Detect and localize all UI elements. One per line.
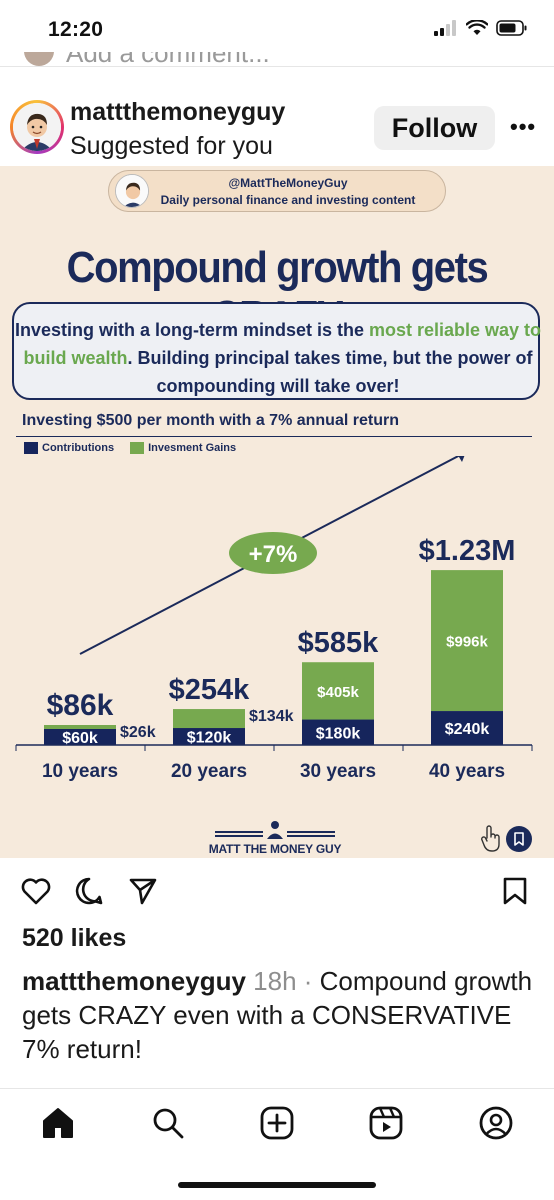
home-icon[interactable] (40, 1105, 76, 1141)
data-label-total: $254k (169, 674, 251, 706)
handle-pill: @MattTheMoneyGuy Daily personal finance … (108, 170, 446, 212)
data-label-gains: $134k (249, 708, 294, 725)
data-label-total: $585k (298, 627, 380, 659)
legend-item-gains: Invesment Gains (130, 442, 236, 454)
data-label-contributions: $120k (187, 730, 232, 747)
home-indicator (178, 1182, 376, 1188)
caption-username[interactable]: mattthemoneyguy (22, 966, 246, 996)
comment-input-peek[interactable]: Add a comment... (0, 52, 554, 66)
comment-placeholder: Add a comment... (66, 52, 270, 66)
comment-icon[interactable] (74, 876, 104, 906)
profile-icon[interactable] (478, 1105, 514, 1141)
x-tick-label: 20 years (171, 761, 247, 782)
callout-text: Investing with a long-term mindset is th… (14, 320, 542, 396)
heart-icon[interactable] (20, 876, 52, 906)
data-label-gains: $996k (446, 634, 488, 651)
status-icons (434, 20, 528, 36)
infographic-handle: @MattTheMoneyGuy (228, 176, 348, 190)
divider (16, 436, 532, 437)
share-icon[interactable] (128, 876, 158, 906)
post-username[interactable]: mattthemoneyguy (70, 98, 285, 127)
follow-button[interactable]: Follow (374, 106, 495, 150)
bar-gains (173, 709, 245, 729)
chart-title: Investing $500 per month with a 7% annua… (22, 412, 399, 429)
data-label-gains: $405k (317, 684, 359, 701)
battery-icon (496, 20, 527, 36)
infographic-tagline: Daily personal finance and investing con… (160, 193, 416, 207)
x-tick-label: 30 years (300, 761, 376, 782)
post-subtitle: Suggested for you (70, 132, 273, 160)
x-tick-label: 40 years (429, 761, 505, 782)
story-ring[interactable] (10, 100, 64, 154)
bar-gains (44, 725, 116, 729)
chart: +7%$60k $26k$86k10 years$120k$134k$254k20… (15, 456, 533, 782)
post-caption: mattthemoneyguy 18h · Compound growth ge… (22, 964, 542, 1066)
data-label-contributions: $240k (445, 721, 490, 738)
wifi-icon (466, 20, 488, 35)
post-image[interactable]: @MattTheMoneyGuy Daily personal finance … (0, 166, 554, 858)
brand-person-icon (215, 821, 335, 839)
avatar-illustration (13, 103, 61, 151)
divider (0, 66, 554, 67)
cellular-signal-icon (434, 20, 456, 36)
bookmark-icon[interactable] (502, 876, 528, 906)
annotation-label: +7% (249, 541, 298, 568)
brand-logo: MATT THE MONEY GUY (200, 820, 350, 856)
caption-separator: · (296, 966, 320, 996)
caption-time: 18h (253, 966, 297, 996)
brand-text: MATT THE MONEY GUY (208, 842, 342, 856)
chart-legend: Contributions Invesment Gains (24, 442, 246, 454)
status-bar: 12:20 (0, 0, 554, 60)
post-actions (0, 870, 554, 910)
create-icon[interactable] (259, 1105, 295, 1141)
search-icon[interactable] (150, 1105, 186, 1141)
data-label-total: $1.23M (419, 535, 516, 567)
data-label-total: $86k (47, 689, 114, 722)
data-label-gains: $26k (120, 724, 156, 741)
tap-hand-icon (481, 825, 500, 852)
reels-icon[interactable] (368, 1105, 404, 1141)
bookmark-badge-icon (506, 826, 532, 852)
more-options-icon[interactable]: ••• (510, 114, 536, 140)
avatar (24, 52, 54, 66)
post-header: mattthemoneyguy Suggested for you Follow… (0, 90, 554, 166)
x-tick-label: 10 years (42, 761, 118, 782)
likes-count[interactable]: 520 likes (22, 924, 126, 953)
status-time: 12:20 (48, 18, 104, 41)
callout-box: Investing with a long-term mindset is th… (12, 302, 542, 400)
legend-item-contributions: Contributions (24, 442, 114, 454)
avatar (13, 103, 61, 151)
data-label-contributions: $180k (316, 725, 361, 742)
